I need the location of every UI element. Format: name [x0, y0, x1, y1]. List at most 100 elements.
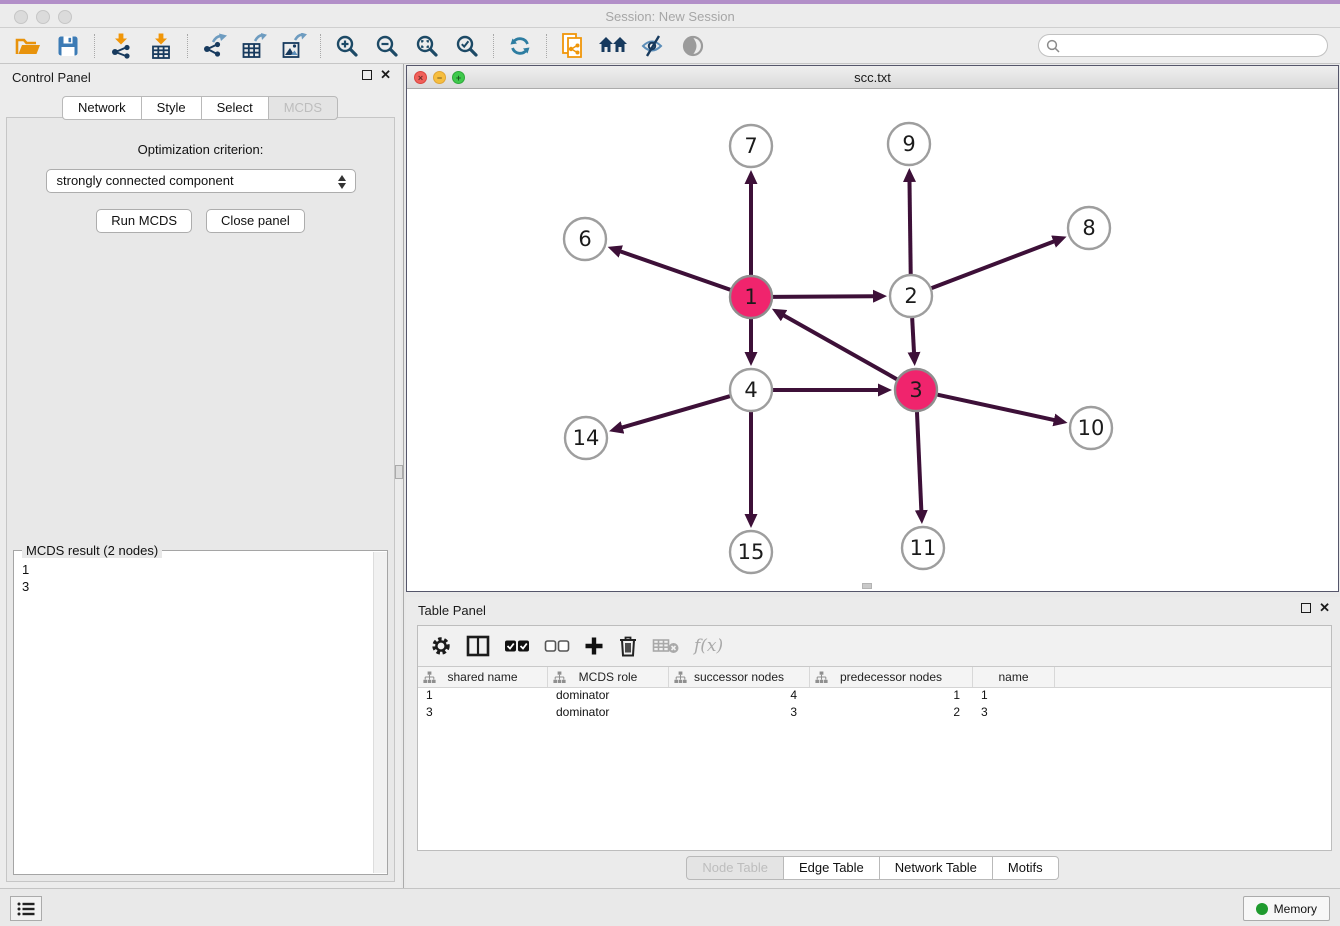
float-panel-icon[interactable]	[362, 70, 372, 80]
toolbar-separator	[320, 34, 321, 58]
task-history-button[interactable]	[10, 896, 42, 921]
node-9[interactable]: 9	[888, 123, 930, 165]
table-settings-button[interactable]	[430, 631, 452, 661]
clone-network-button[interactable]	[553, 31, 593, 61]
node-11[interactable]: 11	[902, 527, 944, 569]
show-column-panel-button[interactable]	[466, 631, 490, 661]
table-cell[interactable]: 1	[810, 688, 973, 705]
app-title: Session: New Session	[0, 9, 1340, 24]
gear-icon	[430, 635, 452, 657]
tab-style[interactable]: Style	[141, 96, 202, 120]
splitter-grip[interactable]	[395, 465, 403, 479]
hide-graphics-details-button[interactable]	[633, 31, 673, 61]
search-icon	[1046, 39, 1060, 53]
table-row[interactable]: 1dominator411	[418, 688, 1331, 705]
cybrowser-button[interactable]	[593, 31, 633, 61]
edge-3-10[interactable]	[937, 395, 1054, 420]
edge-2-9[interactable]	[909, 181, 910, 274]
network-window-titlebar[interactable]: × − + scc.txt	[407, 66, 1338, 89]
zoom-selected-button[interactable]	[447, 31, 487, 61]
table-cell[interactable]: dominator	[548, 705, 669, 722]
table-cell[interactable]: 4	[669, 688, 810, 705]
show-graphics-details-button[interactable]	[673, 31, 713, 61]
zoom-in-button[interactable]	[327, 31, 367, 61]
table-tab-node-table[interactable]: Node Table	[686, 856, 784, 880]
edge-3-11[interactable]	[917, 412, 921, 511]
column-header-successor-nodes[interactable]: successor nodes	[669, 667, 810, 687]
search-input[interactable]	[1064, 39, 1327, 53]
close-table-panel-icon[interactable]: ✕	[1319, 602, 1330, 614]
tab-network[interactable]: Network	[62, 96, 142, 120]
import-table-button[interactable]	[141, 31, 181, 61]
table-cell[interactable]: 3	[418, 705, 548, 722]
column-header-predecessor-nodes[interactable]: predecessor nodes	[810, 667, 973, 687]
table-tab-network-table[interactable]: Network Table	[879, 856, 993, 880]
select-all-columns-button[interactable]	[504, 631, 530, 661]
mcds-result-list[interactable]: 13	[14, 555, 371, 874]
save-session-button[interactable]	[48, 31, 88, 61]
result-line: 3	[22, 578, 363, 595]
function-builder-button[interactable]: f(x)	[694, 636, 723, 656]
canvas-scrollbar-thumb[interactable]	[862, 583, 872, 589]
node-1[interactable]: 1	[730, 276, 772, 318]
node-10[interactable]: 10	[1070, 407, 1112, 449]
search-field[interactable]	[1038, 34, 1328, 57]
export-table-button[interactable]	[234, 31, 274, 61]
column-header-name[interactable]: name	[973, 667, 1055, 687]
node-8[interactable]: 8	[1068, 207, 1110, 249]
tab-mcds[interactable]: MCDS	[268, 96, 338, 120]
node-4[interactable]: 4	[730, 369, 772, 411]
close-panel-button[interactable]: Close panel	[206, 209, 305, 233]
tab-select[interactable]: Select	[201, 96, 269, 120]
table-tab-motifs[interactable]: Motifs	[992, 856, 1059, 880]
float-table-panel-icon[interactable]	[1301, 603, 1311, 613]
table-cell[interactable]: 3	[973, 705, 1055, 722]
column-header-mcds-role[interactable]: MCDS role	[548, 667, 669, 687]
zoom-out-icon	[375, 34, 399, 58]
node-3[interactable]: 3	[895, 369, 937, 411]
toolbar-separator	[546, 34, 547, 58]
table-cell[interactable]: 2	[810, 705, 973, 722]
edge-4-14[interactable]	[622, 396, 730, 428]
column-header-shared-name[interactable]: shared name	[418, 667, 548, 687]
create-column-button[interactable]	[584, 631, 604, 661]
fit-content-button[interactable]	[407, 31, 447, 61]
node-7[interactable]: 7	[730, 125, 772, 167]
network-canvas[interactable]: 7 9 6 8 1 2 4 3 14 10 15 11	[407, 89, 1338, 591]
edge-2-8[interactable]	[932, 241, 1055, 288]
node-6[interactable]: 6	[564, 218, 606, 260]
run-mcds-button[interactable]: Run MCDS	[96, 209, 192, 233]
deselect-all-columns-button[interactable]	[544, 631, 570, 661]
edge-2-3[interactable]	[912, 318, 914, 353]
table-cell[interactable]: 1	[418, 688, 548, 705]
save-disk-icon	[57, 35, 79, 57]
open-session-button[interactable]	[8, 31, 48, 61]
node-15[interactable]: 15	[730, 531, 772, 573]
table-panel-title: Table Panel	[418, 603, 486, 618]
close-panel-icon[interactable]: ✕	[380, 69, 391, 81]
export-network-button[interactable]	[194, 31, 234, 61]
edge-3-1[interactable]	[783, 315, 897, 379]
import-network-button[interactable]	[101, 31, 141, 61]
table-cell[interactable]: dominator	[548, 688, 669, 705]
export-image-button[interactable]	[274, 31, 314, 61]
edge-1-2[interactable]	[773, 296, 874, 297]
status-bar: Memory	[0, 888, 1340, 926]
mcds-panel: Optimization criterion: strongly connect…	[6, 117, 395, 882]
criterion-select[interactable]: strongly connected component	[46, 169, 356, 193]
apply-layout-button[interactable]	[500, 31, 540, 61]
edge-1-6[interactable]	[620, 251, 730, 290]
table-tab-edge-table[interactable]: Edge Table	[783, 856, 880, 880]
table-cell[interactable]: 3	[669, 705, 810, 722]
table-cell[interactable]: 1	[973, 688, 1055, 705]
table-row[interactable]: 3dominator323	[418, 705, 1331, 722]
result-scrollbar[interactable]	[373, 552, 387, 873]
node-2[interactable]: 2	[890, 275, 932, 317]
delete-column-button[interactable]	[618, 631, 638, 661]
node-label: 8	[1082, 216, 1095, 240]
zoom-out-button[interactable]	[367, 31, 407, 61]
memory-button[interactable]: Memory	[1243, 896, 1330, 921]
delete-table-button[interactable]	[652, 631, 680, 661]
select-all-icon	[504, 638, 530, 654]
node-14[interactable]: 14	[565, 417, 607, 459]
